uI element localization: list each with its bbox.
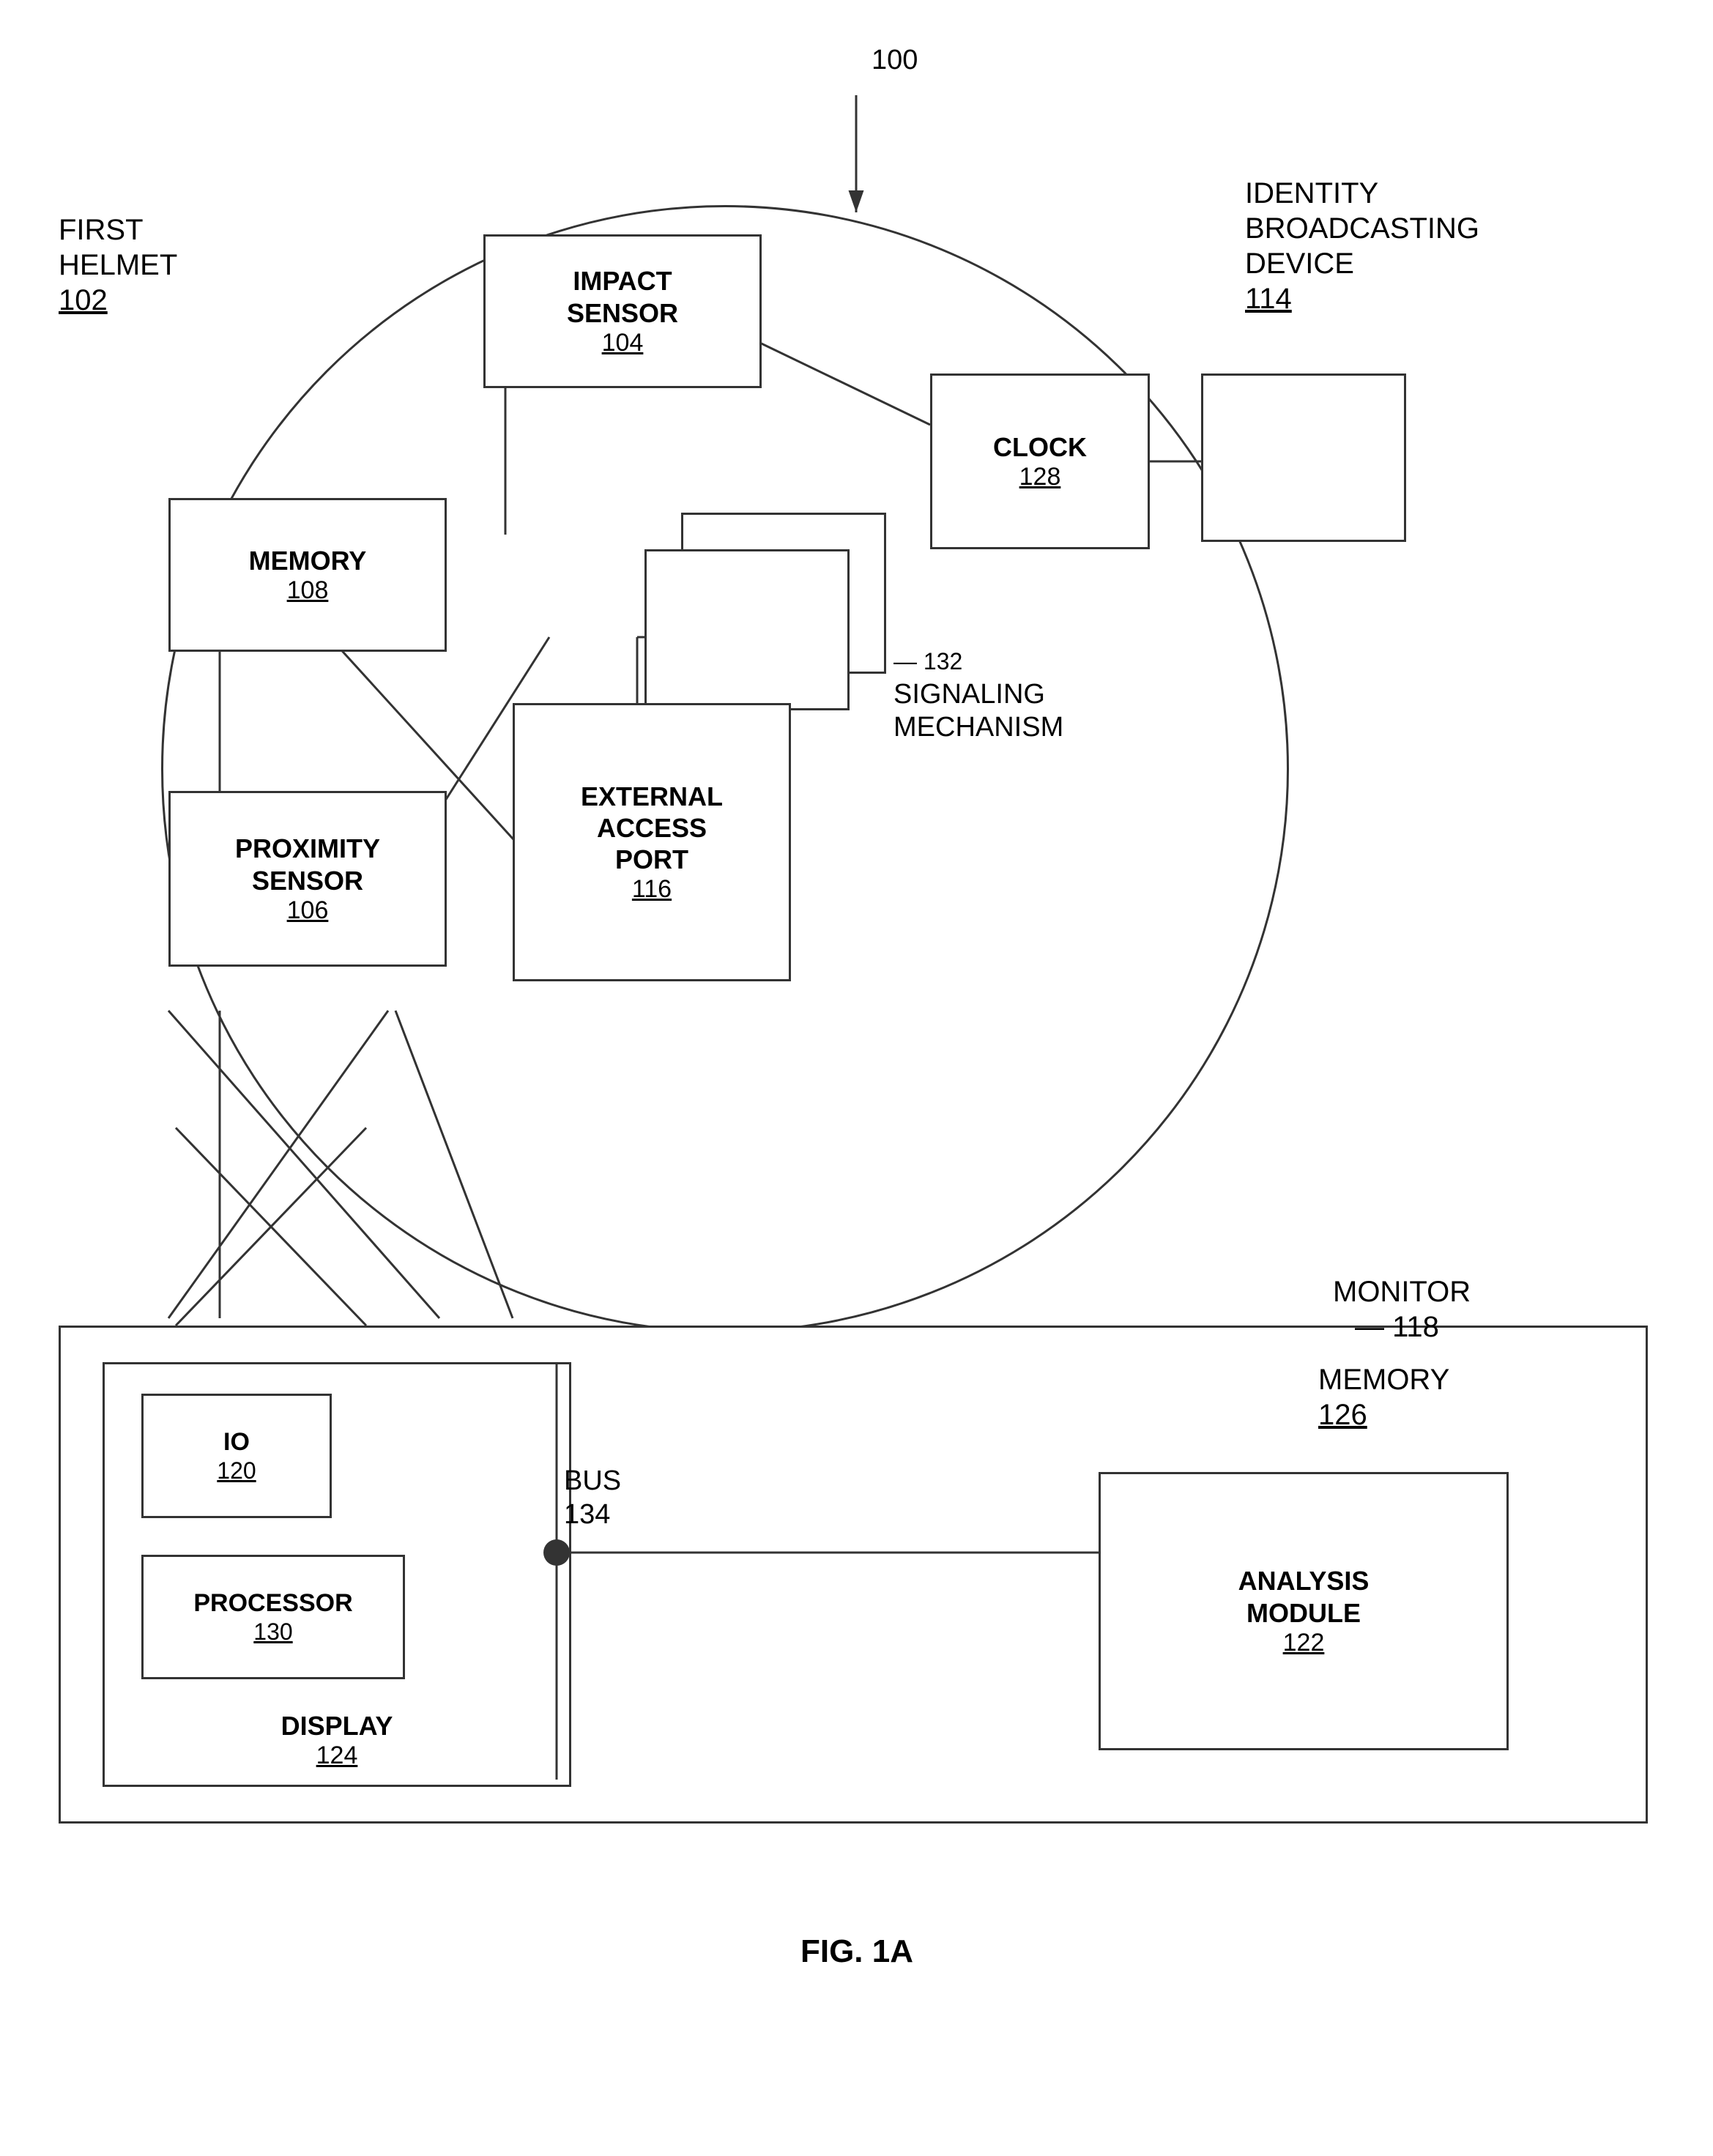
proximity-sensor-title: PROXIMITYSENSOR: [235, 833, 380, 896]
ref-100-label: 100: [872, 44, 918, 78]
external-access-port-box: EXTERNALACCESSPORT 116: [513, 703, 791, 981]
display-title: DISPLAY: [281, 1711, 393, 1741]
bus-label: BUS 134: [564, 1465, 621, 1531]
proximity-sensor-ref: 106: [287, 896, 329, 925]
processor-ref: 130: [253, 1618, 292, 1646]
processor-box: PROCESSOR 130: [141, 1555, 405, 1679]
analysis-module-box: ANALYSISMODULE 122: [1099, 1472, 1509, 1750]
signaling-mechanism-label: — 132 SIGNALINGMECHANISM: [893, 644, 1063, 745]
ibd-box: [1201, 373, 1406, 542]
monitor-label: MONITOR — 118: [1333, 1274, 1471, 1345]
memory-helmet-box: MEMORY 108: [168, 498, 447, 652]
analysis-module-ref: 122: [1283, 1629, 1325, 1657]
signaling-front-box: [644, 549, 850, 710]
identity-broadcasting-label: IDENTITYBROADCASTINGDEVICE 114: [1245, 176, 1479, 316]
impact-sensor-ref: 104: [602, 329, 644, 357]
io-box: IO 120: [141, 1394, 332, 1518]
io-title: IO: [223, 1427, 250, 1457]
first-helmet-label: FIRSTHELMET 102: [59, 212, 177, 318]
fig-caption: FIG. 1A: [659, 1933, 1055, 1970]
proximity-sensor-box: PROXIMITYSENSOR 106: [168, 791, 447, 967]
memory-monitor-label: MEMORY 126: [1318, 1362, 1449, 1432]
eap-ref: 116: [632, 875, 672, 904]
left-sub-box: IO 120 PROCESSOR 130 DISPLAY 124: [103, 1362, 571, 1787]
clock-ref: 128: [1019, 463, 1061, 491]
eap-title: EXTERNALACCESSPORT: [581, 781, 723, 876]
processor-title: PROCESSOR: [193, 1588, 352, 1618]
impact-sensor-title: IMPACTSENSOR: [567, 265, 678, 328]
analysis-module-title: ANALYSISMODULE: [1238, 1565, 1370, 1628]
display-ref: 124: [316, 1741, 358, 1769]
diagram: 100 FIRSTHELMET 102 IDENTITYBROADCASTING…: [0, 0, 1713, 2156]
memory-helmet-title: MEMORY: [249, 545, 367, 576]
impact-sensor-box: IMPACTSENSOR 104: [483, 234, 762, 388]
clock-title: CLOCK: [993, 431, 1087, 463]
memory-helmet-ref: 108: [287, 576, 329, 605]
io-ref: 120: [217, 1457, 256, 1484]
clock-box: CLOCK 128: [930, 373, 1150, 549]
